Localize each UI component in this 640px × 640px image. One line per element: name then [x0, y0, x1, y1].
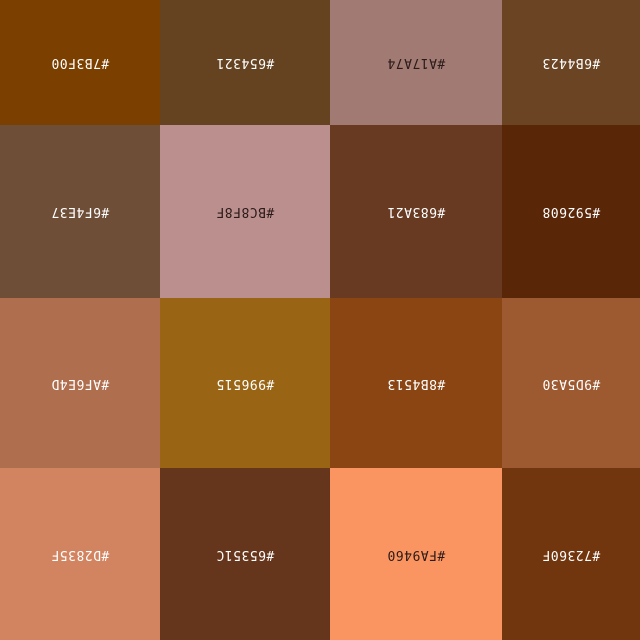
color-code-label: #A17A74 — [386, 55, 446, 70]
color-code-label: #65351C — [215, 546, 275, 562]
color-swatch: #6F4E37 — [0, 125, 160, 298]
color-swatch: #7B3F00 — [0, 0, 160, 125]
color-swatch: #AF6E4D — [0, 298, 160, 468]
color-swatch: #72360F — [502, 468, 640, 640]
color-code-label: #AF6E4D — [50, 375, 110, 391]
color-code-label: #BC8F8F — [215, 204, 275, 219]
color-swatch: #9D5A30 — [502, 298, 640, 468]
color-code-label: #592608 — [541, 204, 601, 219]
color-code-label: #8B4513 — [386, 375, 446, 391]
color-swatch: #6B4423 — [502, 0, 640, 125]
color-code-label: #FA9460 — [386, 546, 446, 562]
color-code-label: #6F4E37 — [50, 204, 110, 219]
color-swatch: #683A21 — [330, 125, 502, 298]
color-code-label: #D2835F — [50, 546, 110, 562]
color-code-label: #7B3F00 — [50, 55, 110, 70]
color-code-label: #72360F — [541, 546, 601, 562]
color-swatch: #A17A74 — [330, 0, 502, 125]
color-swatch: #65351C — [160, 468, 330, 640]
color-swatch: #654321 — [160, 0, 330, 125]
color-swatch: #FA9460 — [330, 468, 502, 640]
color-palette-grid: #7B3F00 #654321 #A17A74 #6B4423 #6F4E37 … — [0, 0, 640, 640]
color-swatch: #D2835F — [0, 468, 160, 640]
color-code-label: #996515 — [215, 375, 275, 391]
color-swatch: #8B4513 — [330, 298, 502, 468]
color-code-label: #683A21 — [386, 204, 446, 219]
color-swatch: #BC8F8F — [160, 125, 330, 298]
color-swatch: #592608 — [502, 125, 640, 298]
color-code-label: #6B4423 — [541, 55, 601, 70]
color-code-label: #9D5A30 — [541, 375, 601, 391]
color-code-label: #654321 — [215, 55, 275, 70]
color-swatch: #996515 — [160, 298, 330, 468]
